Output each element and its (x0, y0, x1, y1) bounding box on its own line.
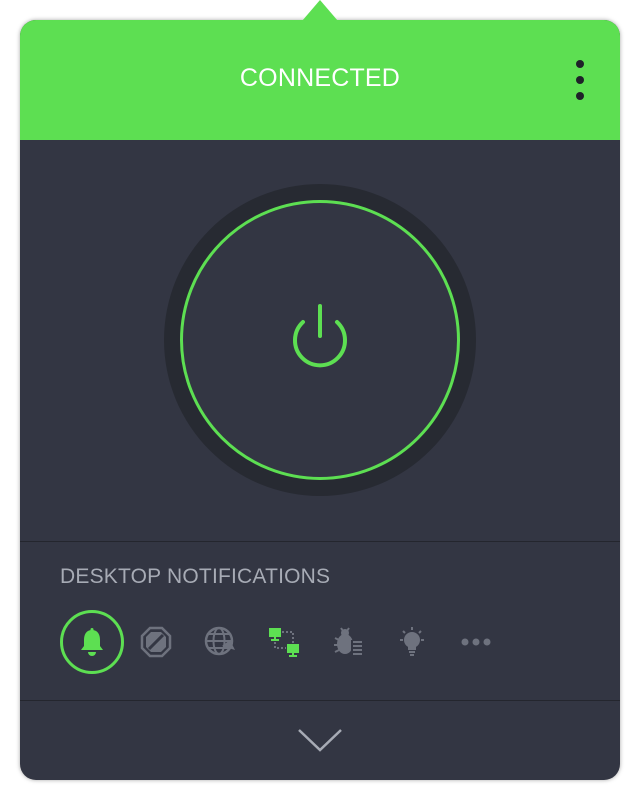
more-button[interactable] (444, 610, 508, 674)
tips-button[interactable] (380, 610, 444, 674)
bell-icon (81, 628, 103, 656)
notification-bell-button[interactable] (60, 610, 124, 674)
ad-block-button[interactable] (124, 610, 188, 674)
network-icon (269, 628, 299, 657)
popup-caret (302, 0, 338, 21)
notifications-title: DESKTOP NOTIFICATIONS (60, 565, 331, 588)
lightbulb-icon (400, 627, 424, 656)
globe-button[interactable] (188, 610, 252, 674)
malware-button[interactable] (316, 610, 380, 674)
bug-icon (334, 627, 363, 656)
network-button[interactable] (252, 610, 316, 674)
power-button[interactable] (180, 200, 460, 480)
menu-button[interactable] (568, 56, 592, 104)
connection-status: CONNECTED (239, 64, 401, 92)
main-panel (20, 140, 620, 541)
divider (20, 700, 620, 701)
status-header: CONNECTED (20, 20, 620, 140)
chevron-down-icon (298, 729, 342, 752)
vpn-popup: CONNECTED DESKTOP NOTIFICATIONS (20, 20, 620, 780)
globe-icon (204, 626, 235, 656)
power-ring (164, 184, 476, 496)
expand-button[interactable] (290, 720, 350, 760)
power-icon (293, 304, 347, 368)
block-icon (140, 626, 172, 658)
divider (20, 541, 620, 542)
more-icon (461, 638, 491, 646)
